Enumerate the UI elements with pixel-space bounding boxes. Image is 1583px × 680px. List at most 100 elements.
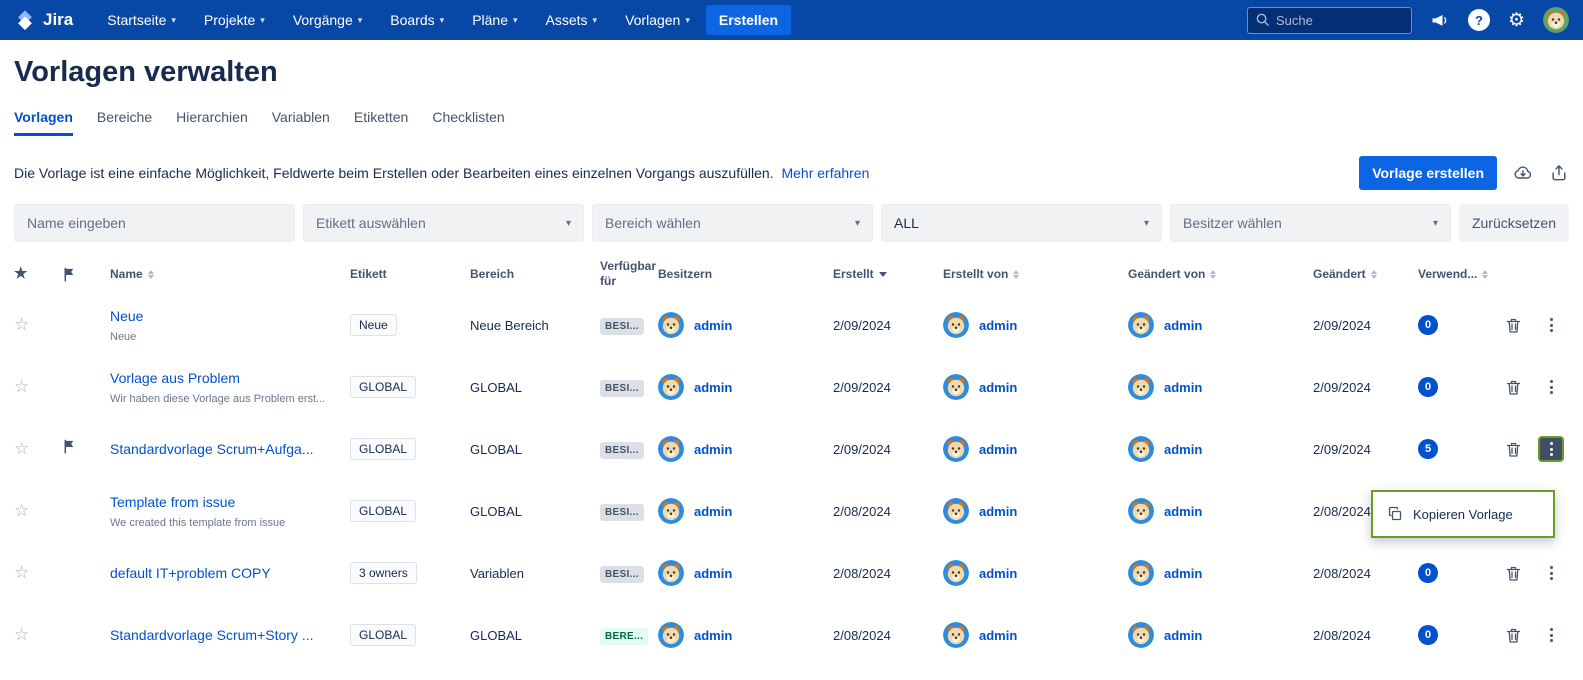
modifier-link[interactable]: admin <box>1164 628 1202 643</box>
column-header-verwendung[interactable]: Verwend... <box>1418 267 1503 282</box>
modifier-avatar <box>1128 560 1154 586</box>
nav-item-plaene[interactable]: Pläne▾ <box>472 12 517 28</box>
settings-button[interactable]: ⚙ <box>1508 11 1525 30</box>
announcements-button[interactable] <box>1430 10 1450 30</box>
name-filter[interactable] <box>14 204 295 242</box>
column-header-erstellt-von[interactable]: Erstellt von <box>943 267 1128 282</box>
row-menu-button[interactable] <box>1538 374 1564 400</box>
flag-icon[interactable] <box>62 439 77 454</box>
help-button[interactable]: ? <box>1468 9 1490 31</box>
row-menu-button[interactable] <box>1538 312 1564 338</box>
trash-icon[interactable] <box>1505 565 1522 582</box>
creator-link[interactable]: admin <box>979 566 1017 581</box>
column-header-etikett[interactable]: Etikett <box>350 267 470 282</box>
column-header-verfuegbar-fuer[interactable]: Verfügbar für <box>600 259 658 289</box>
usage-count-badge[interactable]: 0 <box>1418 563 1438 583</box>
creator-link[interactable]: admin <box>979 442 1017 457</box>
tab-bereiche[interactable]: Bereiche <box>97 109 152 136</box>
row-menu-button-active[interactable] <box>1538 436 1564 462</box>
flag-icon[interactable] <box>62 267 77 282</box>
global-search[interactable] <box>1247 7 1412 34</box>
reset-filters-button[interactable]: Zurücksetzen <box>1459 204 1569 242</box>
template-name-link[interactable]: Template from issue <box>110 494 350 510</box>
owner-link[interactable]: admin <box>694 380 732 395</box>
tab-hierarchien[interactable]: Hierarchien <box>176 109 248 136</box>
template-name-link[interactable]: Standardvorlage Scrum+Story ... <box>110 627 350 643</box>
row-menu-button[interactable] <box>1538 560 1564 586</box>
nav-item-boards[interactable]: Boards▾ <box>390 12 444 28</box>
trash-icon[interactable] <box>1505 317 1522 334</box>
modifier-link[interactable]: admin <box>1164 318 1202 333</box>
creator-link[interactable]: admin <box>979 504 1017 519</box>
usage-count-badge[interactable]: 5 <box>1418 439 1438 459</box>
owner-link[interactable]: admin <box>694 628 732 643</box>
nav-item-vorgaenge[interactable]: Vorgänge▾ <box>293 12 362 28</box>
modifier-link[interactable]: admin <box>1164 504 1202 519</box>
modifier-link[interactable]: admin <box>1164 380 1202 395</box>
nav-item-vorlagen[interactable]: Vorlagen▾ <box>625 12 690 28</box>
sort-icon <box>1371 270 1377 279</box>
row-context-menu[interactable]: Kopieren Vorlage <box>1371 490 1555 538</box>
column-header-bereich[interactable]: Bereich <box>470 267 600 282</box>
usage-count-badge[interactable]: 0 <box>1418 377 1438 397</box>
star-icon[interactable]: ☆ <box>14 377 29 396</box>
label-chip: GLOBAL <box>350 624 416 646</box>
column-header-besitzern[interactable]: Besitzern <box>658 267 833 282</box>
copy-template-menu-item[interactable]: Kopieren Vorlage <box>1413 507 1513 522</box>
label-select[interactable]: Etikett auswählen▾ <box>303 204 584 242</box>
template-name-link[interactable]: Neue <box>110 308 350 324</box>
owner-select[interactable]: Besitzer wählen▾ <box>1170 204 1451 242</box>
tab-variablen[interactable]: Variablen <box>272 109 330 136</box>
nav-item-startseite[interactable]: Startseite▾ <box>107 12 176 28</box>
availability-badge: BESI... <box>600 566 644 583</box>
trash-icon[interactable] <box>1505 379 1522 396</box>
column-header-geaendert[interactable]: Geändert <box>1313 267 1418 282</box>
import-button[interactable] <box>1513 163 1533 183</box>
nav-item-projekte[interactable]: Projekte▾ <box>204 12 265 28</box>
tab-vorlagen[interactable]: Vorlagen <box>14 109 73 136</box>
star-icon[interactable]: ☆ <box>14 315 29 334</box>
nav-item-assets[interactable]: Assets▾ <box>546 12 598 28</box>
owner-avatar <box>658 560 684 586</box>
search-input[interactable] <box>1247 7 1412 34</box>
modifier-link[interactable]: admin <box>1164 442 1202 457</box>
star-icon[interactable]: ☆ <box>14 439 29 458</box>
owner-link[interactable]: admin <box>694 566 732 581</box>
name-filter-input[interactable] <box>27 215 282 231</box>
owner-avatar <box>658 436 684 462</box>
star-icon[interactable]: ☆ <box>14 501 29 520</box>
column-header-name[interactable]: Name <box>110 267 350 282</box>
owner-link[interactable]: admin <box>694 442 732 457</box>
trash-icon[interactable] <box>1505 627 1522 644</box>
star-icon[interactable]: ☆ <box>14 563 29 582</box>
learn-more-link[interactable]: Mehr erfahren <box>781 165 869 181</box>
usage-count-badge[interactable]: 0 <box>1418 625 1438 645</box>
creator-link[interactable]: admin <box>979 318 1017 333</box>
owner-link[interactable]: admin <box>694 504 732 519</box>
column-header-geaendert-von[interactable]: Geändert von <box>1128 267 1313 282</box>
modifier-link[interactable]: admin <box>1164 566 1202 581</box>
template-name-link[interactable]: Vorlage aus Problem <box>110 370 350 386</box>
template-name-link[interactable]: default IT+problem COPY <box>110 565 350 581</box>
creator-link[interactable]: admin <box>979 380 1017 395</box>
tab-checklisten[interactable]: Checklisten <box>432 109 504 136</box>
template-name-link[interactable]: Standardvorlage Scrum+Aufga... <box>110 441 350 457</box>
tab-etiketten[interactable]: Etiketten <box>354 109 408 136</box>
availability-select[interactable]: ALL▾ <box>881 204 1162 242</box>
column-header-erstellt[interactable]: Erstellt <box>833 267 943 282</box>
scope-select[interactable]: Bereich wählen▾ <box>592 204 873 242</box>
usage-count-badge[interactable]: 0 <box>1418 315 1438 335</box>
availability-badge: BESI... <box>600 442 644 459</box>
owner-link[interactable]: admin <box>694 318 732 333</box>
jira-brand[interactable]: Jira <box>14 9 73 31</box>
star-icon[interactable]: ☆ <box>14 625 29 644</box>
create-issue-button[interactable]: Erstellen <box>706 5 791 35</box>
user-avatar[interactable] <box>1543 7 1569 33</box>
creator-link[interactable]: admin <box>979 628 1017 643</box>
export-button[interactable] <box>1549 163 1569 183</box>
trash-icon[interactable] <box>1505 441 1522 458</box>
megaphone-icon <box>1430 10 1450 30</box>
row-menu-button[interactable] <box>1538 622 1564 648</box>
create-template-button[interactable]: Vorlage erstellen <box>1359 156 1497 190</box>
star-icon[interactable]: ★ <box>14 265 27 284</box>
